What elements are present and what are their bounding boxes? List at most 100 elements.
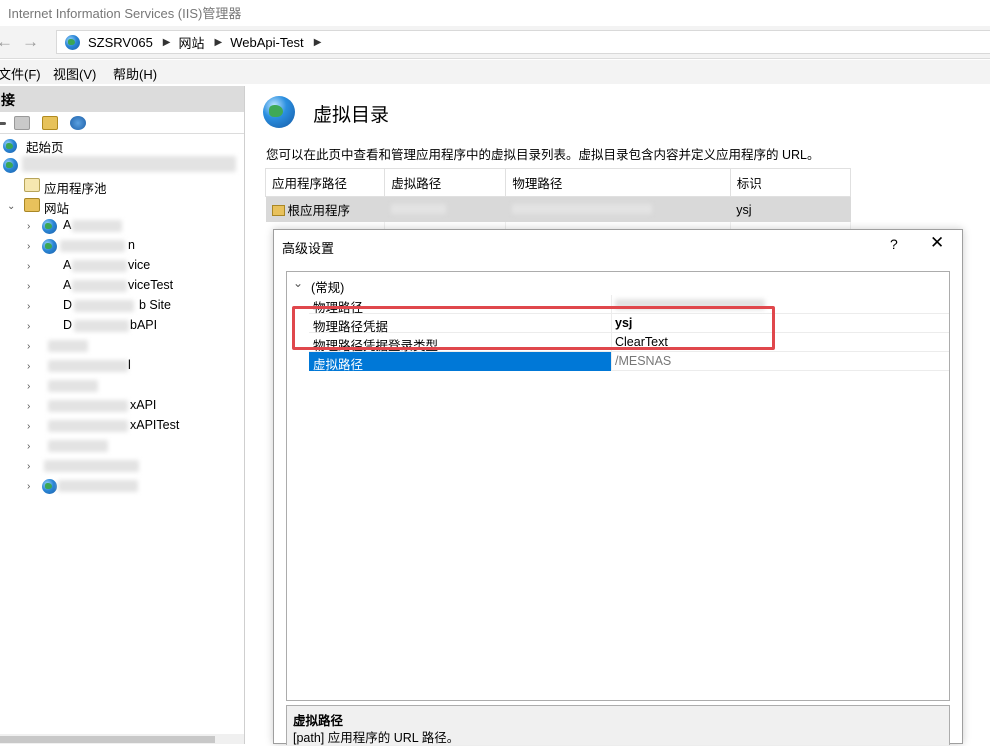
- chevron-right-icon[interactable]: ›: [27, 241, 30, 252]
- page-description: 您可以在此页中查看和管理应用程序中的虚拟目录列表。虚拟目录包含内容并定义应用程序…: [266, 148, 820, 162]
- chevron-down-icon[interactable]: ⌄: [293, 276, 303, 290]
- chevron-right-icon[interactable]: ›: [27, 481, 30, 492]
- advanced-settings-dialog: 高级设置 ? ✕ ⌄ (常规) 物理路径 物理路径凭据 ysj 物理路径凭据登录…: [273, 229, 963, 745]
- scrollbar-thumb[interactable]: [0, 736, 215, 743]
- site-item[interactable]: A: [63, 278, 71, 292]
- app-pool-icon: [24, 178, 40, 192]
- redacted: [72, 260, 127, 272]
- chevron-right-icon[interactable]: ▶: [163, 37, 171, 48]
- chevron-right-icon[interactable]: ›: [27, 381, 30, 392]
- property-name: 虚拟路径: [313, 358, 364, 372]
- cell-physical-path: [505, 196, 731, 222]
- site-item-suffix: xAPITest: [130, 418, 180, 432]
- disconnect-icon[interactable]: [70, 116, 86, 130]
- breadcrumb-sites[interactable]: 网站: [179, 33, 205, 52]
- annotation-highlight-box: [292, 306, 775, 350]
- cell-app-path-text: 根应用程序: [287, 204, 351, 218]
- start-page-icon: [3, 139, 17, 153]
- menu-bar: 文件(F) 视图(V) 帮助(H): [0, 60, 990, 84]
- site-item-suffix: xAPI: [130, 398, 157, 412]
- property-help-panel: 虚拟路径 [path] 应用程序的 URL 路径。: [286, 705, 950, 745]
- server-icon: [3, 158, 18, 173]
- close-button[interactable]: ✕: [930, 233, 944, 253]
- menu-view[interactable]: 视图(V): [53, 64, 96, 83]
- column-header-app-path[interactable]: 应用程序路径: [264, 168, 386, 197]
- redacted: [48, 400, 128, 412]
- page-title: 虚拟目录: [313, 105, 390, 126]
- chevron-down-icon[interactable]: ⌄: [7, 201, 15, 212]
- chevron-right-icon[interactable]: ›: [27, 421, 30, 432]
- breadcrumb-site[interactable]: WebApi-Test: [230, 35, 303, 50]
- site-item-suffix: bAPI: [130, 318, 158, 332]
- site-globe-icon: [42, 479, 57, 494]
- redacted: [60, 240, 125, 252]
- connections-header: 接: [0, 86, 244, 112]
- site-item[interactable]: D: [63, 318, 72, 332]
- chevron-right-icon[interactable]: ›: [27, 261, 30, 272]
- menu-help[interactable]: 帮助(H): [113, 64, 157, 83]
- site-item[interactable]: n: [128, 238, 135, 252]
- window-title: Internet Information Services (IIS)管理器: [8, 6, 242, 21]
- menu-file[interactable]: 文件(F): [0, 64, 41, 83]
- site-globe-icon: [42, 239, 57, 254]
- cell-virtual-path: [384, 196, 506, 222]
- column-header-virtual-path[interactable]: 虚拟路径: [384, 168, 507, 197]
- dropdown-icon[interactable]: [0, 122, 6, 125]
- tree-start-page[interactable]: 起始页: [26, 137, 64, 156]
- chevron-right-icon[interactable]: ›: [27, 341, 30, 352]
- dialog-title: 高级设置: [282, 241, 335, 256]
- redacted: [74, 320, 129, 332]
- column-header-physical-path[interactable]: 物理路径: [505, 168, 731, 197]
- redacted: [48, 340, 88, 352]
- site-item[interactable]: A: [63, 218, 71, 232]
- table-row[interactable]: 根应用程序 ysj: [265, 196, 851, 222]
- chevron-right-icon[interactable]: ›: [27, 281, 30, 292]
- help-text: [path] 应用程序的 URL 路径。: [293, 731, 460, 745]
- redacted: [390, 203, 446, 214]
- help-button[interactable]: ?: [890, 236, 898, 252]
- chevron-right-icon[interactable]: ›: [27, 461, 30, 472]
- forward-arrow-icon[interactable]: →: [22, 32, 39, 52]
- sites-folder-icon: [24, 198, 40, 212]
- virtual-directories-globe-icon: [263, 96, 295, 128]
- redacted: [72, 220, 122, 232]
- site-item-suffix: l: [128, 358, 131, 372]
- property-value: /MESNAS: [615, 354, 672, 368]
- property-category[interactable]: (常规): [311, 277, 344, 296]
- tree-sites[interactable]: 网站: [44, 198, 69, 217]
- site-item-suffix: viceTest: [128, 278, 174, 292]
- chevron-right-icon[interactable]: ›: [27, 361, 30, 372]
- redacted: [48, 380, 98, 392]
- connections-toolbar: [0, 112, 244, 134]
- title-bar: Internet Information Services (IIS)管理器: [0, 0, 990, 26]
- site-item[interactable]: D: [63, 298, 72, 312]
- chevron-right-icon[interactable]: ›: [27, 401, 30, 412]
- save-icon[interactable]: [14, 116, 30, 130]
- chevron-right-icon[interactable]: ›: [27, 221, 30, 232]
- property-row-virtual-path[interactable]: 虚拟路径 /MESNAS: [309, 352, 949, 372]
- horizontal-scrollbar[interactable]: [0, 734, 244, 744]
- breadcrumb-server[interactable]: SZSRV065: [88, 35, 153, 50]
- address-bar: ← → SZSRV065 ▶ 网站 ▶ WebApi-Test ▶: [0, 26, 990, 59]
- chevron-right-icon[interactable]: ▶: [314, 37, 322, 48]
- globe-icon: [65, 34, 80, 50]
- server-name-redacted: [22, 156, 236, 172]
- tree-app-pools[interactable]: 应用程序池: [44, 178, 107, 197]
- redacted: [48, 420, 128, 432]
- folder-up-icon[interactable]: [42, 116, 58, 130]
- back-arrow-icon[interactable]: ←: [0, 32, 13, 52]
- redacted: [511, 203, 652, 214]
- chevron-right-icon[interactable]: ▶: [215, 37, 223, 48]
- redacted: [72, 280, 127, 292]
- redacted: [74, 300, 134, 312]
- chevron-right-icon[interactable]: ›: [27, 441, 30, 452]
- chevron-right-icon[interactable]: ›: [27, 301, 30, 312]
- site-item-suffix: b Site: [139, 298, 171, 312]
- redacted: [44, 460, 139, 472]
- site-item[interactable]: A: [63, 258, 71, 272]
- column-header-identity[interactable]: 标识: [729, 168, 852, 197]
- chevron-right-icon[interactable]: ›: [27, 321, 30, 332]
- cell-identity: ysj: [730, 196, 851, 222]
- breadcrumb[interactable]: SZSRV065 ▶ 网站 ▶ WebApi-Test ▶: [56, 30, 990, 54]
- app-folder-icon: [271, 205, 285, 216]
